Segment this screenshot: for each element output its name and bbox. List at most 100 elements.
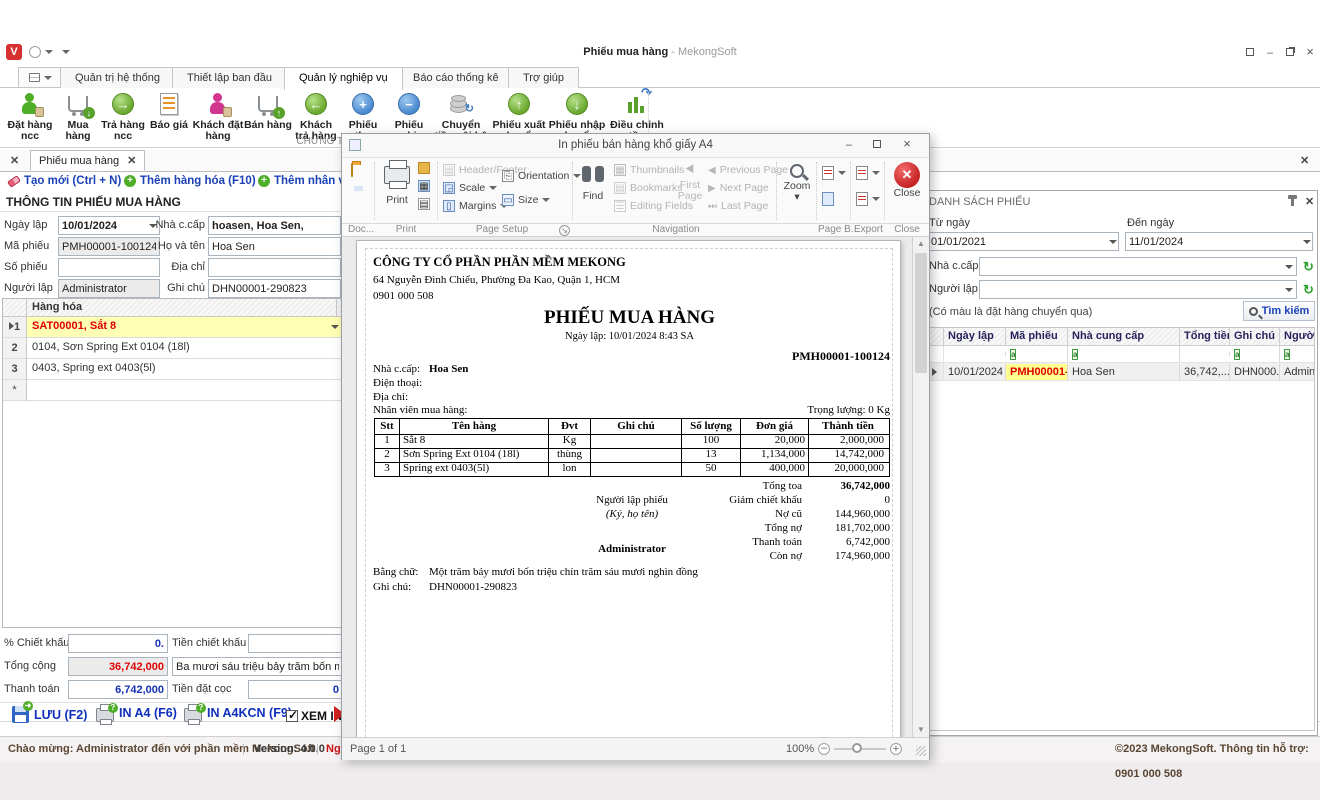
resize-grip[interactable] — [916, 746, 926, 756]
scroll-down-icon[interactable]: ▼ — [913, 723, 929, 737]
tab-tro-giup[interactable]: Trợ giúp — [508, 67, 579, 88]
col-ma-phieu[interactable]: Mã phiếu — [1006, 328, 1068, 345]
zoom-in-icon[interactable]: + — [890, 743, 902, 755]
address-input[interactable] — [208, 258, 341, 277]
to-date-dropdown-icon[interactable] — [1303, 240, 1311, 244]
tab-thiet-lap-ban-dau[interactable]: Thiết lập ban đầu — [172, 67, 287, 88]
open-document-button[interactable] — [351, 164, 353, 176]
add-item-button[interactable]: + Thêm hàng hóa (F10) — [124, 175, 256, 187]
tab-bao-cao-thong-ke[interactable]: Báo cáo thống kê — [398, 67, 514, 88]
export-document-button[interactable] — [856, 166, 880, 180]
col-nguoi-lap[interactable]: Người — [1280, 328, 1314, 345]
quick-print-button[interactable] — [418, 162, 430, 177]
toolbar-khach-tra-hang[interactable]: ← Khách trả hàng — [292, 88, 340, 142]
print-a4-button[interactable]: ? IN A4 (F6) — [96, 704, 177, 722]
find-button[interactable]: Find — [578, 160, 608, 202]
col-ghi-chu[interactable]: Ghi chú — [1230, 328, 1280, 345]
orientation-button[interactable]: ⎘ Orientation — [502, 170, 581, 182]
close-all-docs-icon[interactable]: ✕ — [10, 154, 19, 167]
fullname-input[interactable] — [208, 237, 341, 256]
preview-area[interactable]: CÔNG TY CỔ PHẦN PHẦN MỀM MEKONG 64 Nguyễ… — [342, 237, 912, 737]
dock-window-icon[interactable] — [1243, 48, 1257, 60]
close-panel-icon[interactable]: ✕ — [1305, 195, 1314, 208]
preview-checkbox[interactable] — [286, 710, 298, 722]
refresh-supplier-icon[interactable]: ↻ — [1303, 259, 1314, 275]
items-grid-header[interactable]: Hàng hóa — [27, 299, 337, 317]
scale-button[interactable]: ◲ Scale — [443, 182, 497, 194]
col-nha-cung-cap[interactable]: Nhà cung cấp — [1068, 328, 1180, 345]
from-date-dropdown-icon[interactable] — [1109, 240, 1117, 244]
print-options-button[interactable]: ▦ — [418, 180, 430, 192]
item-row-3[interactable]: 0403, Spring ext 0403(5l) — [27, 359, 345, 380]
minimize-window-icon[interactable]: – — [1263, 48, 1277, 60]
filter-supplier-combo[interactable] — [979, 257, 1297, 276]
watermark-button[interactable] — [822, 166, 846, 180]
page-setup-dialog-button[interactable]: ▤ — [418, 198, 430, 210]
discount-amt-input[interactable] — [248, 634, 343, 653]
add-staff-button[interactable]: + Thêm nhân vi — [258, 175, 348, 187]
send-document-button[interactable] — [856, 192, 880, 206]
scroll-thumb[interactable] — [915, 253, 927, 373]
preview-vertical-scrollbar[interactable]: ▲ ▼ — [912, 237, 929, 737]
pin-icon[interactable] — [1291, 198, 1294, 206]
size-button[interactable]: ▭ Size — [502, 194, 550, 206]
toolbar-ban-hang[interactable]: ↑ Bán hàng — [244, 88, 292, 131]
text-filter-icon[interactable]: a — [1010, 349, 1016, 360]
save-button[interactable]: ➜ LƯU (F2) — [12, 706, 87, 723]
number-input[interactable] — [58, 258, 160, 277]
tabstrip-right-close-icon[interactable]: ✕ — [1300, 154, 1309, 167]
supplier-input[interactable] — [208, 216, 341, 235]
restore-window-icon[interactable] — [1283, 48, 1297, 60]
tab-quan-tri-he-thong[interactable]: Quản trị hệ thống — [60, 67, 175, 88]
close-doc-tab-icon[interactable]: ✕ — [127, 154, 136, 167]
toolbar-mua-hang[interactable]: ↓ Mua hàng — [56, 88, 100, 142]
filter-creator-combo[interactable] — [979, 280, 1297, 299]
filter-creator-dropdown-icon[interactable] — [1285, 288, 1293, 292]
close-preview-button[interactable]: ✕ Close — [890, 162, 924, 199]
date-input[interactable] — [58, 216, 160, 235]
close-window-icon[interactable]: × — [1303, 47, 1317, 59]
deposit-input[interactable] — [248, 680, 343, 699]
doc-tab-phieu-mua-hang[interactable]: Phiếu mua hàng ✕ — [30, 150, 145, 171]
print-button[interactable]: Print — [380, 160, 414, 206]
dialog-titlebar[interactable]: In phiếu bán hàng khổ giấy A4 – × — [342, 134, 929, 158]
item-row-1-dropdown-icon[interactable] — [331, 325, 339, 329]
zoom-slider-thumb[interactable] — [852, 743, 862, 753]
filter-supplier-dropdown-icon[interactable] — [1285, 265, 1293, 269]
item-row-1[interactable]: SAT00001, Sắt 8 — [27, 317, 345, 338]
note-input[interactable] — [208, 279, 341, 298]
payment-input[interactable] — [68, 680, 168, 699]
from-date-input[interactable] — [927, 232, 1119, 251]
col-ngay-lap[interactable]: Ngày lập — [944, 328, 1006, 345]
to-date-input[interactable] — [1125, 232, 1313, 251]
dialog-close-icon[interactable]: × — [900, 139, 914, 151]
discount-pct-input[interactable] — [68, 634, 168, 653]
search-button[interactable]: Tìm kiếm — [1243, 301, 1315, 321]
scroll-up-icon[interactable]: ▲ — [913, 237, 929, 251]
zoom-button[interactable]: Zoom ▾ — [782, 160, 812, 203]
text-filter-icon[interactable]: a — [1284, 349, 1290, 360]
print-a4kcn-button[interactable]: ? IN A4KCN (F9) — [184, 704, 292, 722]
text-filter-icon[interactable]: a — [1072, 349, 1078, 360]
zoom-out-icon[interactable]: – — [818, 743, 830, 755]
col-tong-tien[interactable]: Tổng tiền — [1180, 328, 1230, 345]
new-item-row[interactable] — [27, 380, 345, 401]
create-new-button[interactable]: Tạo mới (Ctrl + N) — [8, 175, 121, 187]
text-filter-icon[interactable]: a — [1234, 349, 1240, 360]
toolbar-khach-dat-hang[interactable]: Khách đặt hàng — [192, 88, 244, 142]
page-setup-launcher-icon[interactable]: ↘ — [559, 225, 570, 236]
margins-button[interactable]: ▯ Margins — [443, 200, 508, 212]
tab-quan-ly-nghiep-vu[interactable]: Quản lý nghiệp vụ — [284, 67, 403, 90]
toolbar-bao-gia[interactable]: Báo giá — [146, 88, 192, 131]
toolbar-tra-hang-ncc[interactable]: → Trả hàng ncc — [100, 88, 146, 142]
layout-menu-tab[interactable] — [18, 67, 63, 88]
item-row-2[interactable]: 0104, Sơn Spring Ext 0104 (18l) — [27, 338, 345, 359]
toolbar-dat-hang-ncc[interactable]: Đặt hàng ncc — [4, 88, 56, 142]
dialog-maximize-icon[interactable] — [870, 140, 884, 152]
refresh-creator-icon[interactable]: ↻ — [1303, 282, 1314, 298]
page-color-button[interactable] — [822, 192, 834, 206]
print-group-label: Print — [378, 224, 434, 235]
dialog-minimize-icon[interactable]: – — [842, 140, 856, 152]
voucher-row[interactable]: 10/01/2024 PMH00001-... Hoa Sen 36,742,.… — [926, 363, 1314, 381]
voucher-grid-filter-row[interactable]: a a a a — [926, 346, 1314, 363]
